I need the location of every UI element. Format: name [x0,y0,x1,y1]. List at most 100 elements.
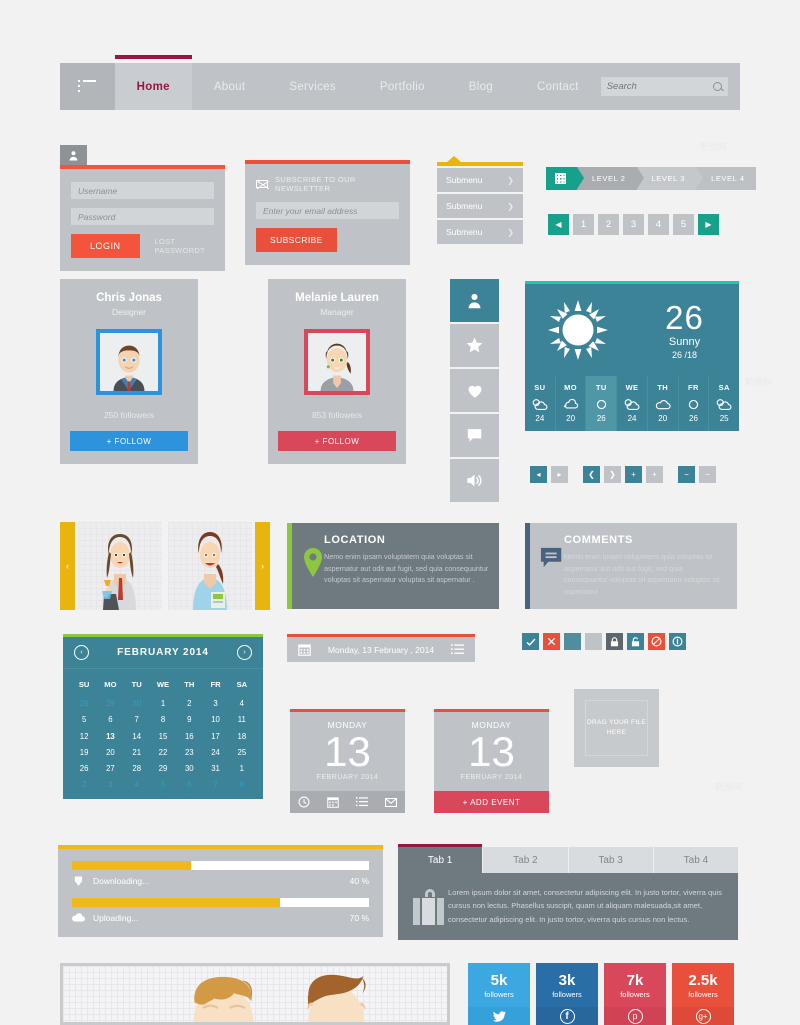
pagination-page[interactable]: 3 [623,214,644,235]
calendar-day[interactable]: 8 [229,777,255,793]
breadcrumb-item[interactable]: LEVEL 3 [636,167,703,190]
search-box[interactable] [600,77,728,96]
nav-item-contact[interactable]: Contact [515,63,601,110]
calendar-day[interactable]: 9 [176,712,202,728]
calendar-day[interactable]: 7 [202,777,228,793]
submenu-item[interactable]: Submenu ❯ [437,220,523,244]
calendar-day[interactable]: 27 [97,760,123,776]
calendar-day[interactable]: 4 [229,696,255,712]
tab-1[interactable]: Tab 1 [398,844,483,873]
calendar-day[interactable]: 18 [229,728,255,744]
mini-minus-button[interactable]: − [678,466,695,483]
social-icon-wrap[interactable]: g+ [672,1007,734,1025]
calendar-day[interactable]: 15 [150,728,176,744]
pagination-page[interactable]: 4 [648,214,669,235]
subscribe-button[interactable]: SUBSCRIBE [256,228,337,252]
social-card-facebook[interactable]: 3k followers f [536,963,598,1025]
calendar-day[interactable]: 30 [124,696,150,712]
file-dropzone[interactable]: DRAG YOUR FILE HERE [574,689,659,767]
lock-closed-icon-button[interactable] [606,633,623,650]
clock-icon[interactable] [298,796,310,808]
tab-3[interactable]: Tab 3 [567,847,653,873]
mini-plus-button-alt[interactable]: + [646,466,663,483]
calendar-day[interactable]: 28 [124,760,150,776]
calendar-icon[interactable] [327,796,339,808]
mini-minus-button-alt[interactable]: − [699,466,716,483]
submenu-item[interactable]: Submenu ❯ [437,194,523,218]
lock-open-icon-button[interactable] [627,633,644,650]
login-button[interactable]: LOGIN [71,234,140,258]
calendar-day[interactable]: 21 [124,744,150,760]
username-field[interactable]: Username [71,182,214,199]
filled-box-icon[interactable] [564,633,581,650]
mini-plus-button[interactable]: + [625,466,642,483]
nav-item-blog[interactable]: Blog [447,63,515,110]
calendar-day[interactable]: 23 [176,744,202,760]
forecast-day[interactable]: TU 26 [585,376,617,431]
menu-toggle-button[interactable] [60,63,115,110]
calendar-day[interactable]: 25 [229,744,255,760]
calendar-day[interactable]: 2 [71,777,97,793]
slider-slide[interactable] [168,522,252,610]
social-icon-wrap[interactable]: f [536,1007,598,1025]
calendar-day[interactable]: 19 [71,744,97,760]
calendar-day[interactable]: 3 [97,777,123,793]
empty-box-icon[interactable] [585,633,602,650]
nav-item-portfolio[interactable]: Portfolio [358,63,447,110]
icon-stack-item-star[interactable] [450,324,499,367]
follow-button[interactable]: + FOLLOW [70,431,188,451]
social-card-twitter[interactable]: 5k followers [468,963,530,1025]
calendar-day[interactable]: 29 [150,760,176,776]
calendar-day[interactable]: 16 [176,728,202,744]
breadcrumb-item[interactable]: LEVEL 2 [577,167,644,190]
icon-stack-item-comment[interactable] [450,414,499,457]
calendar-day[interactable]: 7 [124,712,150,728]
calendar-day[interactable]: 1 [229,760,255,776]
mini-prev-button[interactable]: ◂ [530,466,547,483]
nav-item-services[interactable]: Services [267,63,358,110]
calendar-day[interactable]: 5 [150,777,176,793]
calendar-day[interactable]: 11 [229,712,255,728]
calendar-day[interactable]: 26 [71,760,97,776]
pagination-page[interactable]: 1 [573,214,594,235]
search-input[interactable] [606,81,713,92]
calendar-day[interactable]: 30 [176,760,202,776]
calendar-day[interactable]: 4 [124,777,150,793]
mini-back-button[interactable]: ❮ [583,466,600,483]
calendar-day[interactable]: 1 [150,696,176,712]
pagination-prev[interactable]: ◀ [548,214,569,235]
ban-icon-button[interactable] [648,633,665,650]
email-field[interactable]: Enter your email address [256,202,399,219]
password-field[interactable]: Password [71,208,214,225]
calendar-day[interactable]: 22 [150,744,176,760]
forecast-day[interactable]: SU 24 [525,376,555,431]
add-event-button[interactable]: + ADD EVENT [434,791,549,814]
calendar-day[interactable]: 20 [97,744,123,760]
follow-button[interactable]: + FOLLOW [278,431,396,451]
mini-forward-button[interactable]: ❯ [604,466,621,483]
calendar-day[interactable]: 29 [97,696,123,712]
tab-4[interactable]: Tab 4 [652,847,738,873]
calendar-day[interactable]: 17 [202,728,228,744]
envelope-icon[interactable] [384,797,397,807]
cross-icon-button[interactable] [543,633,560,650]
nav-item-about[interactable]: About [192,63,268,110]
info-icon-button[interactable] [669,633,686,650]
calendar-day[interactable]: 6 [176,777,202,793]
calendar-next-button[interactable]: › [236,645,252,660]
lost-password-link[interactable]: LOST PASSWORD? [155,237,214,255]
calendar-day[interactable]: 24 [202,744,228,760]
calendar-day[interactable]: 5 [71,712,97,728]
icon-stack-item-heart[interactable] [450,369,499,412]
pagination-page[interactable]: 5 [673,214,694,235]
icon-stack-item-user[interactable] [450,279,499,322]
forecast-day[interactable]: MO 20 [554,376,586,431]
breadcrumb-home[interactable] [546,167,584,190]
calendar-prev-button[interactable]: ‹ [74,645,89,660]
pagination-next[interactable]: ▶ [698,214,719,235]
forecast-day[interactable]: FR 26 [677,376,709,431]
slider-next-button[interactable]: › [255,522,270,610]
breadcrumb-item[interactable]: LEVEL 4 [696,167,756,190]
forecast-day[interactable]: WE 24 [616,376,647,431]
calendar-day[interactable]: 12 [71,728,97,744]
